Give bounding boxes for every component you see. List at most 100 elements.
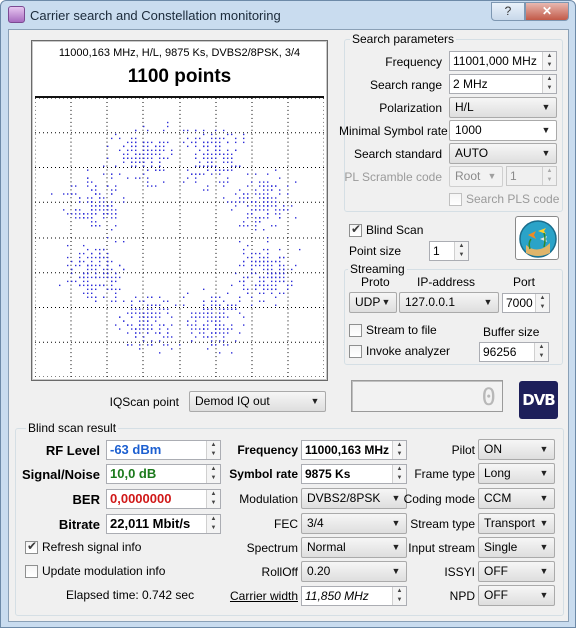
constellation-point — [91, 205, 93, 207]
constellation-point — [119, 276, 121, 279]
carrier-width-link[interactable]: Carrier width — [219, 589, 298, 603]
constellation-point — [259, 197, 261, 199]
buffer-size-input[interactable]: 96256 ▲ ▼ — [479, 342, 549, 362]
iqscan-label: IQScan point — [109, 395, 179, 409]
invoke-analyzer-checkbox[interactable] — [349, 345, 362, 358]
update-modulation-checkbox[interactable] — [25, 565, 38, 578]
constellation-point — [135, 149, 137, 152]
search-pls-checkbox[interactable] — [449, 193, 462, 206]
modulation-select[interactable]: DVBS2/8PSK ▼ — [301, 488, 407, 509]
fec-select[interactable]: 3/4 ▼ — [301, 513, 407, 534]
constellation-point — [275, 304, 277, 306]
point-size-input[interactable]: 1 ▲ ▼ — [429, 241, 469, 261]
constellation-point — [175, 304, 177, 306]
symbol-rate-field[interactable]: 9875 Ks ▲ ▼ — [301, 464, 407, 484]
stream-to-file-checkbox[interactable] — [349, 324, 362, 337]
result-frequency-label: Frequency — [237, 443, 298, 457]
constellation-point — [259, 185, 261, 187]
input-stream-select[interactable]: Single ▼ — [478, 537, 555, 558]
port-stepper[interactable]: ▲ ▼ — [535, 294, 549, 312]
plot-subtitle: 11000,163 MHz, H/L, 9875 Ks, DVBS2/8PSK,… — [58, 47, 301, 59]
frequency-input[interactable]: 11001,000 MHz ▲ ▼ — [449, 51, 557, 71]
ber-stepper[interactable]: ▲ ▼ — [206, 490, 220, 508]
constellation-point — [163, 145, 165, 148]
blind-scan-checkbox[interactable]: ✔ — [349, 222, 362, 237]
constellation-point — [251, 268, 253, 271]
constellation-point — [247, 292, 249, 294]
polarization-select[interactable]: H/L ▼ — [449, 97, 557, 118]
rf-level-stepper[interactable]: ▲ ▼ — [206, 441, 220, 459]
frame-type-select[interactable]: Long ▼ — [478, 463, 555, 484]
constellation-point — [199, 332, 201, 334]
constellation-point — [95, 248, 97, 251]
constellation-point — [139, 312, 141, 314]
proto-select[interactable]: UDP ▼ — [349, 292, 397, 313]
constellation-point — [151, 165, 153, 167]
constellation-point — [255, 260, 257, 263]
ber-field[interactable]: 0,0000000 ▲ ▼ — [106, 489, 221, 509]
constellation-point — [239, 201, 241, 203]
point-size-stepper[interactable]: ▲ ▼ — [454, 242, 468, 260]
stream-type-select[interactable]: Transport ▼ — [478, 513, 555, 534]
signal-noise-field[interactable]: 10,0 dB ▲ ▼ — [106, 464, 221, 484]
spectrum-select[interactable]: Normal ▼ — [301, 537, 407, 558]
help-button[interactable]: ? — [491, 2, 525, 21]
constellation-point — [163, 324, 165, 326]
frequency-value: 11001,000 MHz — [453, 54, 537, 68]
constellation-point — [211, 340, 213, 342]
constellation-point — [103, 197, 105, 199]
constellation-point — [143, 336, 145, 338]
buffer-size-stepper[interactable]: ▲ ▼ — [534, 343, 548, 361]
constellation-point — [239, 312, 241, 314]
constellation-point — [223, 185, 225, 187]
rolloff-select[interactable]: 0.20 ▼ — [301, 561, 407, 582]
constellation-point — [283, 280, 285, 283]
constellation-point — [263, 248, 265, 251]
bitrate-field[interactable]: 22,011 Mbit/s ▲ ▼ — [106, 514, 221, 534]
constellation-point — [279, 260, 281, 263]
constellation-point — [207, 145, 209, 148]
constellation-point — [271, 292, 273, 294]
search-range-input[interactable]: 2 MHz ▲ ▼ — [449, 74, 557, 94]
iqscan-point-select[interactable]: Demod IQ out ▼ — [189, 391, 326, 412]
constellation-point — [275, 225, 277, 227]
constellation-point — [151, 153, 153, 155]
constellation-point — [123, 201, 125, 203]
chevron-down-icon: ▼ — [541, 125, 551, 135]
bitrate-stepper[interactable]: ▲ ▼ — [206, 515, 220, 533]
frequency-stepper[interactable]: ▲ ▼ — [542, 52, 556, 70]
refresh-signal-checkbox[interactable]: ✔ — [25, 539, 38, 554]
constellation-point — [199, 137, 201, 140]
ip-address-select[interactable]: 127.0.0.1 ▼ — [399, 292, 499, 313]
pl-scramble-stepper[interactable]: ▲ ▼ — [542, 167, 556, 185]
constellation-point — [99, 264, 101, 267]
constellation-point — [171, 153, 173, 155]
constellation-point — [211, 173, 213, 175]
result-frequency-stepper[interactable]: ▲ ▼ — [392, 441, 406, 459]
constellation-point — [267, 248, 269, 251]
constellation-point — [115, 276, 117, 279]
constellation-point — [271, 284, 273, 287]
npd-select[interactable]: OFF ▼ — [478, 585, 555, 606]
carrier-width-field[interactable]: 11,850 MHz ▲ ▼ — [301, 586, 407, 606]
result-frequency-field[interactable]: 11000,163 MHz ▲ ▼ — [301, 440, 407, 460]
pl-scramble-code-input[interactable]: 1 ▲ ▼ — [506, 166, 557, 186]
min-symbol-rate-select[interactable]: 1000 ▼ — [449, 120, 557, 141]
issyi-select[interactable]: OFF ▼ — [478, 561, 555, 582]
constellation-point — [103, 284, 105, 287]
pilot-select[interactable]: ON ▼ — [478, 439, 555, 460]
search-range-stepper[interactable]: ▲ ▼ — [542, 75, 556, 93]
constellation-point — [95, 264, 97, 267]
constellation-point — [255, 288, 257, 291]
close-button[interactable]: ✕ — [525, 2, 569, 21]
rf-level-field[interactable]: -63 dBm ▲ ▼ — [106, 440, 221, 460]
pl-scramble-mode-select[interactable]: Root ▼ — [449, 166, 503, 187]
input-stream-value: Single — [484, 540, 518, 554]
constellation-point — [207, 169, 209, 171]
title-bar[interactable]: Carrier search and Constellation monitor… — [1, 1, 575, 29]
coding-mode-select[interactable]: CCM ▼ — [478, 488, 555, 509]
search-standard-select[interactable]: AUTO ▼ — [449, 143, 557, 164]
port-input[interactable]: 7000 ▲ ▼ — [502, 293, 550, 313]
symbol-rate-stepper[interactable]: ▲ ▼ — [392, 465, 406, 483]
signal-noise-stepper[interactable]: ▲ ▼ — [206, 465, 220, 483]
